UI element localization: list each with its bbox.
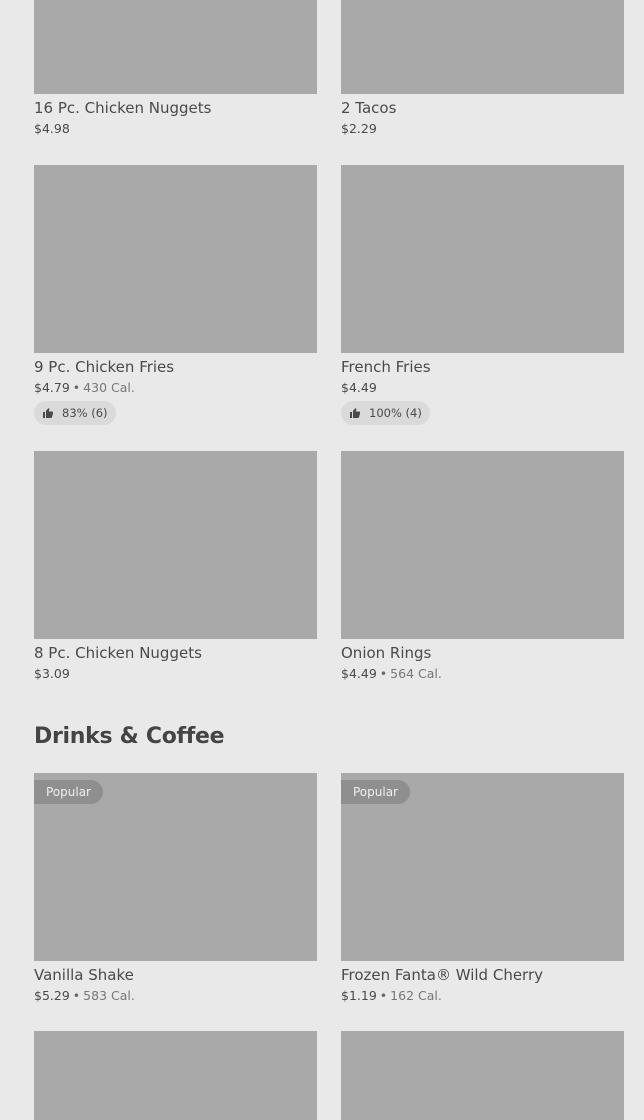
item-price: $4.49	[341, 666, 377, 681]
menu-item-card[interactable]: 16 Pc. Chicken Nuggets $4.98	[34, 0, 317, 137]
item-name: 9 Pc. Chicken Fries	[34, 358, 175, 376]
menu-item-card[interactable]: 2 Tacos $2.29	[341, 0, 624, 137]
menu-item-card[interactable]	[341, 1031, 624, 1120]
item-price: $1.19	[341, 988, 377, 1003]
thumbs-up-icon	[43, 408, 53, 418]
item-name: Vanilla Shake	[34, 966, 134, 984]
item-image[interactable]: Popular	[341, 773, 624, 961]
item-price: $2.29	[341, 121, 377, 136]
section-title: Drinks & Coffee	[34, 724, 225, 749]
item-image[interactable]	[34, 0, 317, 94]
rating-text: 100% (4)	[369, 406, 422, 420]
item-price: $3.09	[34, 666, 70, 681]
item-meta: $2.29	[341, 121, 624, 137]
item-calories: 162 Cal.	[390, 988, 442, 1003]
popular-badge: Popular	[341, 780, 410, 804]
rating-text: 83% (6)	[62, 406, 108, 420]
item-name: 16 Pc. Chicken Nuggets	[34, 99, 212, 117]
item-name: 8 Pc. Chicken Nuggets	[34, 644, 202, 662]
separator-dot: •	[72, 380, 81, 395]
item-meta: $3.09	[34, 666, 317, 682]
menu-item-card[interactable]: Popular Frozen Fanta® Wild Cherry $1.19 •…	[341, 773, 624, 1004]
item-name: 2 Tacos	[341, 99, 397, 117]
item-image[interactable]	[341, 165, 624, 353]
menu-item-card[interactable]: 8 Pc. Chicken Nuggets $3.09	[34, 451, 317, 682]
item-meta: $1.19 • 162 Cal.	[341, 988, 624, 1004]
popular-badge: Popular	[34, 780, 103, 804]
item-calories: 564 Cal.	[390, 666, 442, 681]
item-meta: $4.98	[34, 121, 317, 137]
item-image[interactable]	[341, 1031, 624, 1120]
menu-item-card[interactable]: 9 Pc. Chicken Fries $4.79 • 430 Cal. 83% (…	[34, 165, 317, 425]
item-meta: $4.79 • 430 Cal.	[34, 380, 317, 396]
separator-dot: •	[379, 666, 388, 681]
item-price: $4.98	[34, 121, 70, 136]
separator-dot: •	[72, 988, 81, 1003]
item-image[interactable]: Popular	[34, 773, 317, 961]
item-name: French Fries	[341, 358, 431, 376]
item-calories: 583 Cal.	[83, 988, 135, 1003]
item-image[interactable]	[341, 451, 624, 639]
menu-item-card[interactable]: French Fries $4.49 100% (4)	[341, 165, 624, 425]
item-image[interactable]	[34, 451, 317, 639]
item-name: Frozen Fanta® Wild Cherry	[341, 966, 544, 984]
item-name: Onion Rings	[341, 644, 432, 662]
item-meta: $4.49 • 564 Cal.	[341, 666, 624, 682]
item-calories: 430 Cal.	[83, 380, 135, 395]
item-image[interactable]	[34, 1031, 317, 1120]
item-price: $5.29	[34, 988, 70, 1003]
rating-pill: 100% (4)	[341, 401, 430, 425]
item-meta: $4.49	[341, 380, 624, 396]
separator-dot: •	[379, 988, 388, 1003]
menu-item-card[interactable]: Onion Rings $4.49 • 564 Cal.	[341, 451, 624, 682]
rating-pill: 83% (6)	[34, 401, 116, 425]
thumbs-up-icon	[350, 408, 360, 418]
menu-item-card[interactable]: Popular Vanilla Shake $5.29 • 583 Cal.	[34, 773, 317, 1004]
item-image[interactable]	[34, 165, 317, 353]
item-price: $4.79	[34, 380, 70, 395]
item-meta: $5.29 • 583 Cal.	[34, 988, 317, 1004]
menu-item-card[interactable]	[34, 1031, 317, 1120]
item-price: $4.49	[341, 380, 377, 395]
item-image[interactable]	[341, 0, 624, 94]
